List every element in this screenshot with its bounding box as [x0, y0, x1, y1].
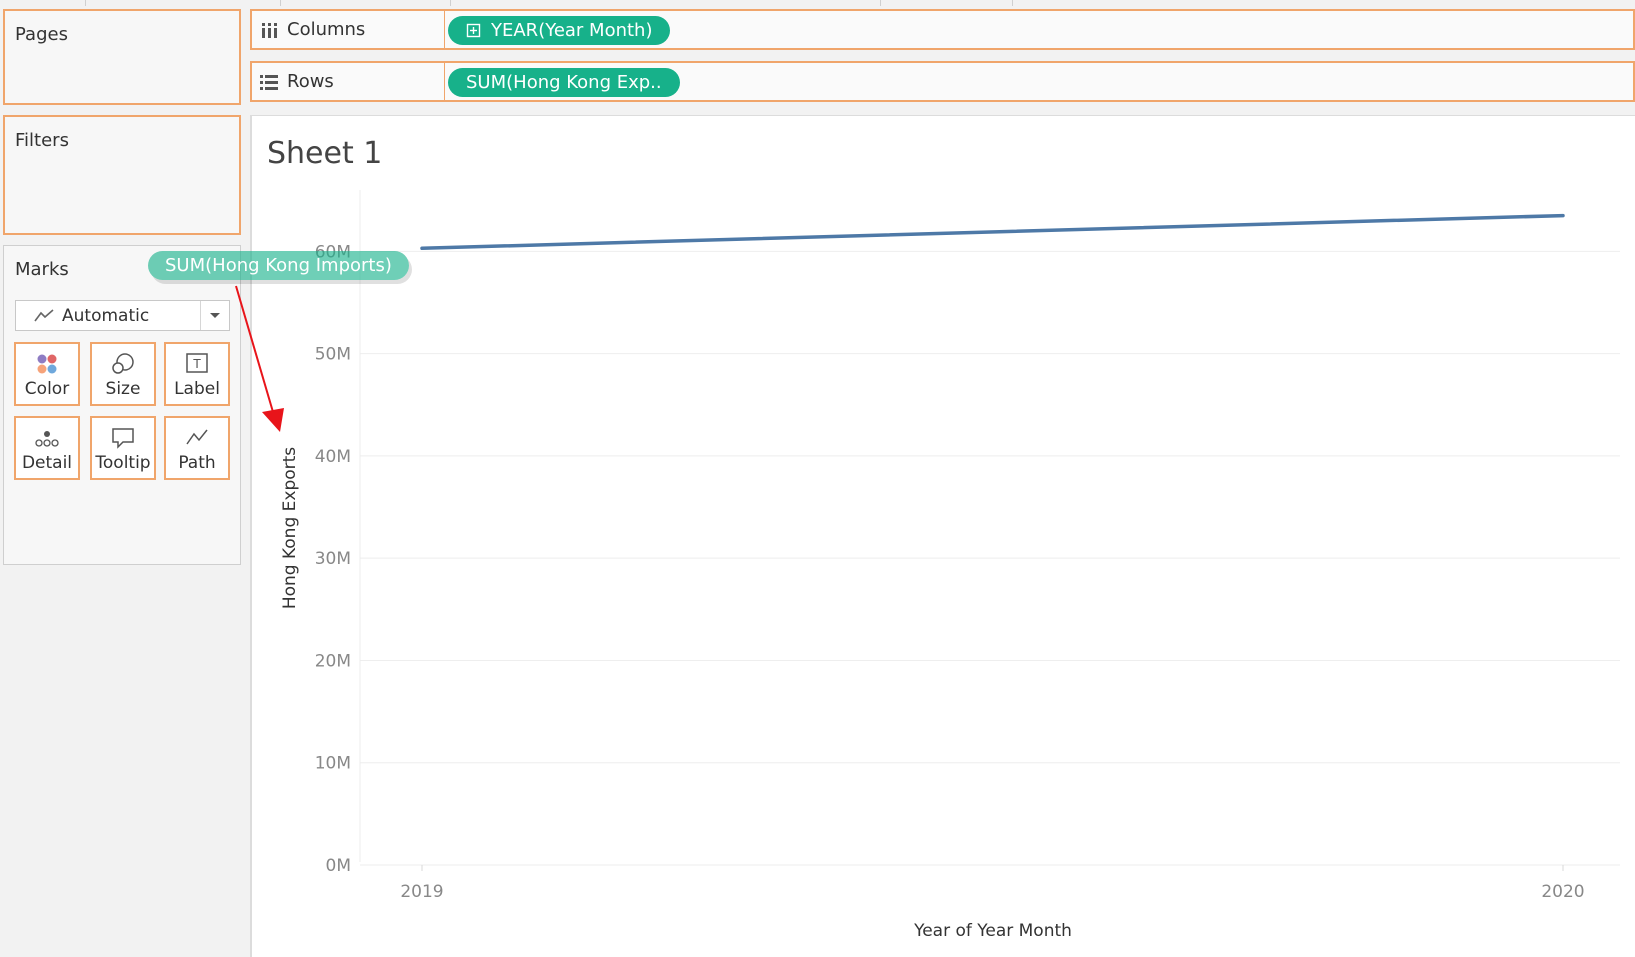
pages-card[interactable]: Pages [3, 9, 241, 105]
sheet-title: Sheet 1 [267, 136, 383, 171]
size-button[interactable]: Size [90, 342, 156, 406]
dragged-field-text: SUM(Hong Kong Imports) [165, 255, 392, 276]
rows-shelf-label: Rows [259, 62, 334, 101]
mark-type-label: Automatic [62, 306, 150, 326]
divider [880, 0, 881, 6]
columns-shelf-label: Columns [259, 10, 365, 49]
size-label: Size [105, 379, 141, 399]
columns-pill-text: YEAR(Year Month) [491, 20, 653, 41]
label-button[interactable]: T Label [164, 342, 230, 406]
year-month-pill[interactable]: YEAR(Year Month) [448, 16, 671, 45]
rows-label: Rows [287, 71, 334, 92]
pages-title: Pages [15, 24, 68, 45]
divider [450, 0, 451, 6]
detail-button[interactable]: Detail [14, 416, 80, 480]
divider [1012, 0, 1013, 6]
dragged-field-pill[interactable]: SUM(Hong Kong Imports) [148, 251, 409, 280]
tooltip-label: Tooltip [95, 453, 151, 473]
rows-icon [260, 74, 278, 90]
line-mark-icon [34, 309, 54, 322]
color-label: Color [24, 379, 70, 399]
detail-icon [16, 426, 78, 450]
path-icon [166, 426, 228, 450]
filters-card[interactable]: Filters [3, 115, 241, 235]
color-icon [16, 352, 78, 376]
size-icon [92, 352, 154, 376]
divider [444, 62, 445, 101]
filters-title: Filters [15, 130, 69, 151]
label-label: Label [174, 379, 220, 399]
tooltip-icon [92, 426, 154, 450]
hong-kong-exports-pill[interactable]: SUM(Hong Kong Exp.. [448, 68, 680, 97]
divider [444, 10, 445, 49]
top-strip [0, 0, 1635, 6]
chevron-down-icon[interactable] [200, 301, 229, 330]
detail-label: Detail [21, 453, 73, 473]
marks-title: Marks [15, 259, 69, 280]
expand-icon[interactable] [466, 23, 482, 39]
color-button[interactable]: Color [14, 342, 80, 406]
columns-shelf[interactable]: Columns YEAR(Year Month) [250, 9, 1635, 50]
path-button[interactable]: Path [164, 416, 230, 480]
sheet-view[interactable] [250, 115, 1635, 957]
rows-shelf[interactable]: Rows SUM(Hong Kong Exp.. [250, 61, 1635, 102]
columns-icon [262, 22, 277, 38]
columns-label: Columns [287, 19, 366, 40]
marks-card: Marks Automatic Color Size T Label Detai… [3, 245, 241, 565]
tooltip-button[interactable]: Tooltip [90, 416, 156, 480]
divider [85, 0, 86, 6]
mark-type-select[interactable]: Automatic [15, 300, 230, 331]
svg-text:T: T [192, 357, 201, 371]
divider [280, 0, 281, 6]
rows-pill-text: SUM(Hong Kong Exp.. [466, 72, 662, 93]
path-label: Path [178, 453, 216, 473]
label-icon: T [166, 352, 228, 376]
